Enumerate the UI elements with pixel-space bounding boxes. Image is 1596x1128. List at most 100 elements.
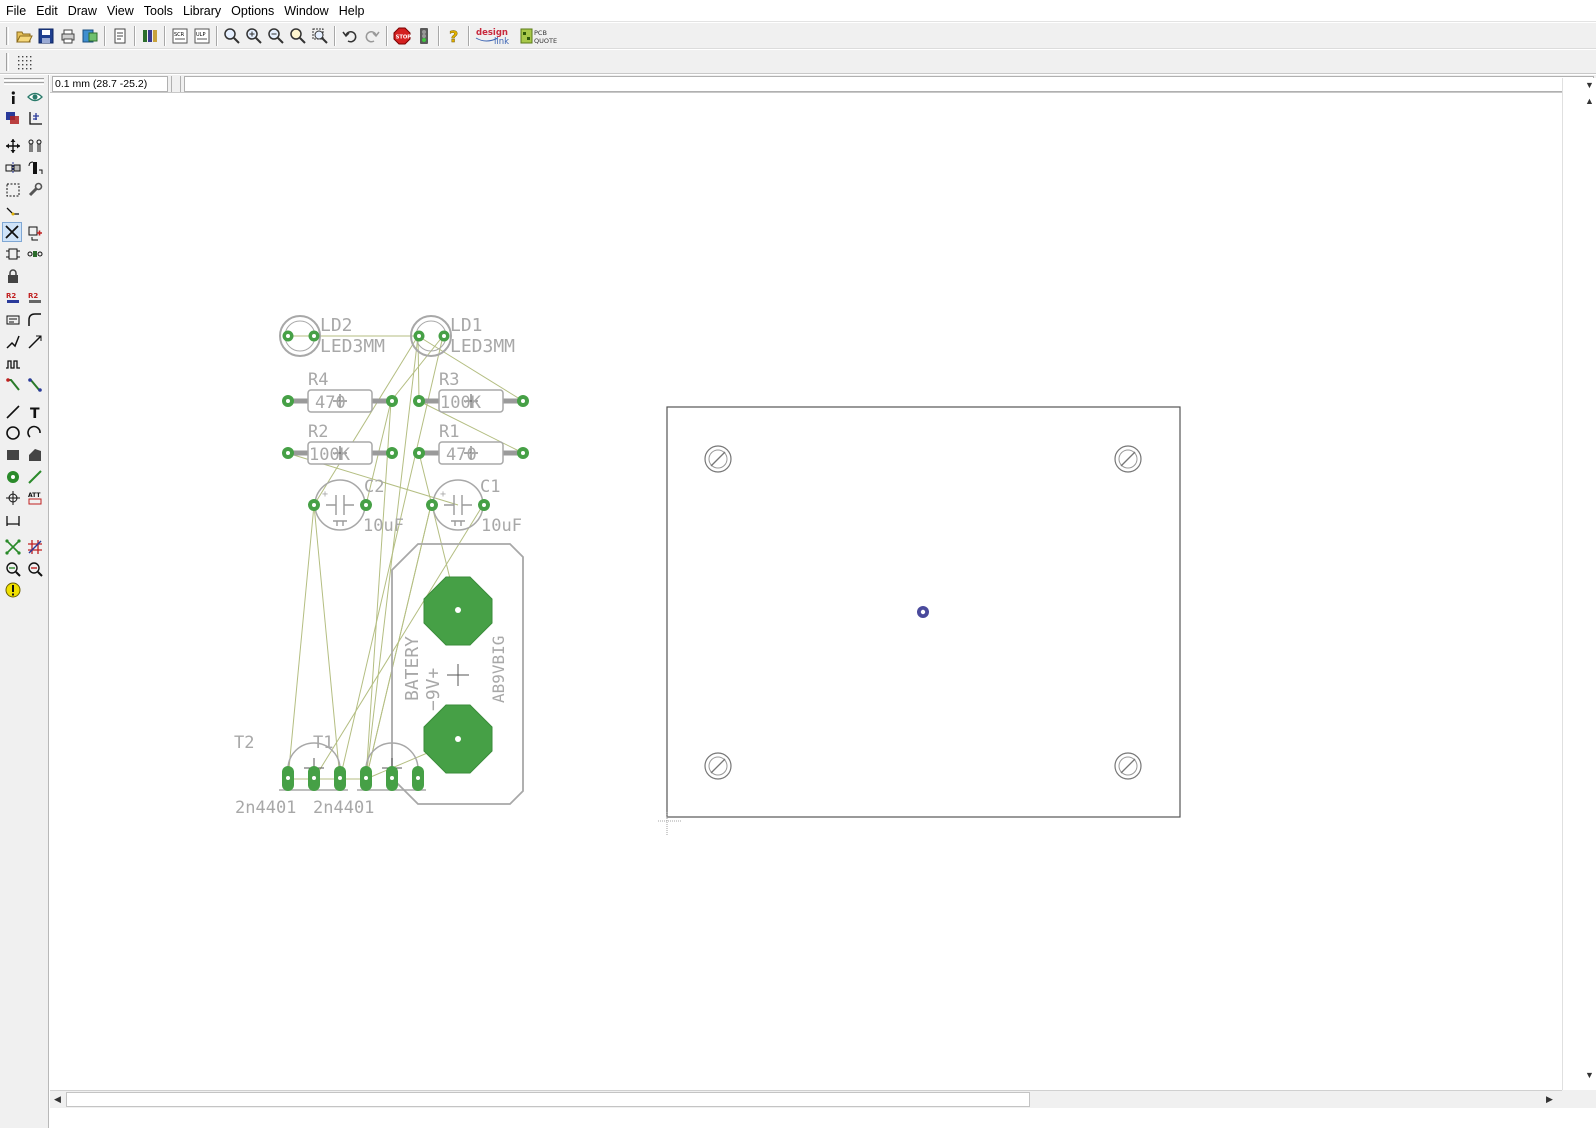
add-icon[interactable] [25, 223, 45, 243]
grid-icon[interactable] [13, 51, 35, 73]
mounting-hole-top-left[interactable] [704, 445, 732, 473]
menu-window[interactable]: Window [279, 0, 333, 22]
ratsnest-icon[interactable] [3, 537, 23, 557]
open-icon[interactable] [13, 25, 35, 47]
cam-processor-icon[interactable] [79, 25, 101, 47]
toolbar-grip[interactable] [6, 26, 9, 45]
menu-tools[interactable]: Tools [139, 0, 178, 22]
auto-icon[interactable] [25, 537, 45, 557]
optimize-icon[interactable] [3, 332, 23, 352]
show-icon[interactable] [25, 87, 45, 107]
zoom-out-icon[interactable] [265, 25, 287, 47]
wire-icon[interactable] [25, 467, 45, 487]
pinswap-icon[interactable] [3, 244, 23, 264]
lock-icon[interactable] [3, 266, 23, 286]
component-r1[interactable]: R1 470 [413, 422, 529, 465]
undo-icon[interactable] [339, 25, 361, 47]
c1-value: 10uF [481, 516, 522, 536]
help-icon[interactable]: ? [443, 25, 465, 47]
script-icon[interactable]: SCR [169, 25, 191, 47]
rectangle-icon[interactable] [3, 445, 23, 465]
designlink-icon[interactable]: design link [473, 25, 519, 47]
attribute-icon[interactable]: ATT [25, 488, 45, 508]
menu-help[interactable]: Help [334, 0, 370, 22]
battery-voltage: −9V+ [423, 667, 444, 711]
split-icon[interactable] [25, 310, 45, 330]
command-input[interactable] [184, 76, 1594, 92]
polygon-icon[interactable] [25, 445, 45, 465]
scroll-left-icon[interactable]: ◀ [54, 1093, 61, 1105]
scroll-up-arrow[interactable]: ▼ [1585, 79, 1594, 91]
save-icon[interactable] [35, 25, 57, 47]
line-icon[interactable] [3, 402, 23, 422]
via[interactable] [917, 606, 929, 618]
component-battery[interactable]: BATERY −9V+ AB9VBIG [391, 543, 524, 805]
circle-icon[interactable] [3, 423, 23, 443]
vertical-scrollbar[interactable]: ▼ ▲ ▼ [1562, 78, 1596, 1090]
pcb-quote-icon[interactable]: PCB QUOTE [519, 25, 565, 47]
menu-file[interactable]: File [1, 0, 31, 22]
rotate-icon[interactable] [25, 158, 45, 178]
stop-icon[interactable]: STOP [391, 25, 413, 47]
arc-icon[interactable] [25, 423, 45, 443]
signal-icon[interactable] [3, 375, 23, 395]
mark-icon[interactable] [25, 108, 45, 128]
move-icon[interactable] [3, 136, 23, 156]
copy-icon[interactable] [25, 136, 45, 156]
library-icon[interactable] [139, 25, 161, 47]
zoom-redraw-icon[interactable] [287, 25, 309, 47]
via-icon[interactable] [3, 467, 23, 487]
change-icon[interactable] [25, 180, 45, 200]
mounting-hole-bottom-right[interactable] [1114, 752, 1142, 780]
component-c2[interactable]: + C2 10uF [308, 477, 404, 536]
text-icon[interactable]: T [25, 402, 45, 422]
horizontal-scroll-thumb[interactable] [66, 1092, 1030, 1107]
ulp-icon[interactable]: ULP [191, 25, 213, 47]
component-r4[interactable]: R4 470 [282, 370, 398, 413]
mounting-hole-top-right[interactable] [1114, 445, 1142, 473]
go-icon[interactable] [413, 25, 435, 47]
smash-icon[interactable] [3, 310, 23, 330]
dimension-icon[interactable] [3, 510, 23, 530]
horizontal-scrollbar[interactable]: ◀ ▶ [50, 1090, 1562, 1108]
display-layers-icon[interactable] [3, 108, 23, 128]
menu-draw[interactable]: Draw [63, 0, 102, 22]
erc-icon[interactable] [3, 580, 23, 600]
grid-menu-button[interactable] [171, 76, 181, 92]
hole-icon[interactable] [3, 488, 23, 508]
replace-icon[interactable] [25, 244, 45, 264]
zoom-fit-icon[interactable] [221, 25, 243, 47]
board-outline[interactable] [658, 406, 1181, 836]
auto-route-icon[interactable] [25, 375, 45, 395]
mirror-icon[interactable] [3, 158, 23, 178]
redo-icon[interactable] [361, 25, 383, 47]
name-icon[interactable]: R2 [3, 288, 23, 308]
mounting-hole-bottom-left[interactable] [704, 752, 732, 780]
menu-options[interactable]: Options [226, 0, 279, 22]
delete-icon[interactable] [2, 222, 22, 242]
menu-library[interactable]: Library [178, 0, 226, 22]
scroll-right-icon[interactable]: ▶ [1546, 1093, 1553, 1105]
toolbar-grip[interactable] [6, 52, 9, 71]
c1-name: C1 [480, 477, 500, 497]
info-icon[interactable] [3, 88, 23, 108]
scroll-down-icon[interactable]: ▼ [1585, 1069, 1594, 1081]
ld1-value: LED3MM [450, 336, 515, 357]
zoom-in-icon[interactable] [243, 25, 265, 47]
group-icon[interactable] [3, 180, 23, 200]
menu-view[interactable]: View [102, 0, 139, 22]
scroll-up-icon[interactable]: ▲ [1585, 95, 1594, 107]
component-c1[interactable]: + C1 10uF [426, 477, 522, 536]
errors-icon[interactable] [25, 559, 45, 579]
board-canvas[interactable]: LD2 LED3MM LD1 LED3MM R4 470 R3 100K R2 … [50, 94, 1562, 1090]
miter-icon[interactable] [3, 202, 23, 222]
zoom-area-icon[interactable] [309, 25, 331, 47]
value-icon[interactable]: R2 [25, 288, 45, 308]
print-icon[interactable] [57, 25, 79, 47]
drc-icon[interactable] [3, 559, 23, 579]
switch-schematic-icon[interactable] [109, 25, 131, 47]
menu-edit[interactable]: Edit [31, 0, 63, 22]
meander-icon[interactable] [3, 354, 23, 374]
component-ld1[interactable]: LD1 LED3MM [410, 315, 515, 357]
route-icon[interactable] [25, 332, 45, 352]
